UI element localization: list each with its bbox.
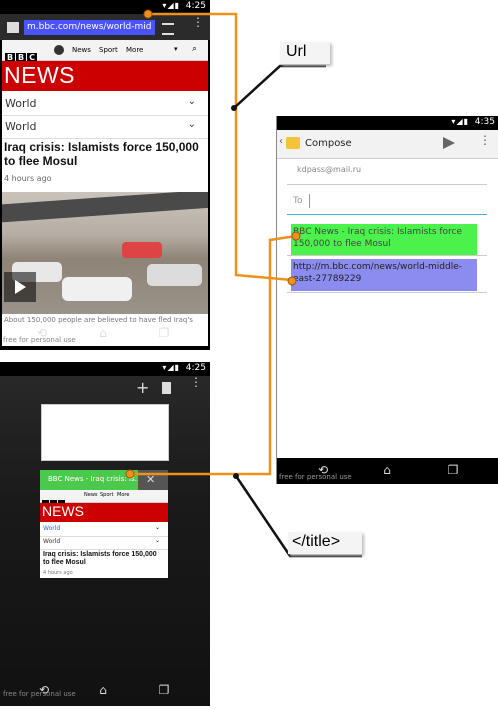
back-chevron-icon[interactable]: ‹ [279, 136, 283, 147]
from-value: kdpass@mail.ru [297, 165, 362, 174]
menu-icon[interactable]: ⋮ [192, 16, 204, 28]
play-icon [15, 280, 26, 294]
menu-icon[interactable]: ⋮ [479, 134, 491, 146]
signal-icon: ▾◢▮ [162, 1, 180, 10]
status-bar: ▾◢▮ 4:25 [0, 0, 210, 14]
tab-title: BBC News - Iraq crisis: Is... [48, 475, 142, 483]
browser-toolbar: m.bbc.com/news/world-mid ⋮ [0, 14, 210, 40]
watermark: free for personal use [3, 690, 76, 698]
chevron-down-icon: ⌄ [154, 537, 160, 544]
chevron-down-icon: ⌄ [187, 96, 196, 107]
url-bar[interactable]: m.bbc.com/news/world-mid [24, 20, 155, 35]
send-icon[interactable] [443, 137, 455, 149]
phone-browser: ▾◢▮ 4:25 m.bbc.com/news/world-mid ⋮ BBC … [0, 0, 210, 350]
back-icon[interactable]: ⟲ [32, 327, 52, 339]
body-divider [287, 292, 487, 293]
nav-more[interactable]: More [126, 46, 143, 54]
compose-title: Compose [305, 138, 352, 149]
recents-icon[interactable]: ❐ [154, 327, 174, 339]
nav-sport: Sport [100, 492, 114, 498]
body-value: http://m.bbc.com/news/world-middle-east-… [293, 262, 463, 284]
nav-news: News [84, 492, 98, 498]
nav-sport[interactable]: Sport [99, 46, 118, 54]
signal-icon: ▾◢▮ [451, 117, 469, 126]
mini-headline: Iraq crisis: Islamists force 150,000 to … [43, 551, 157, 566]
home-icon[interactable]: ⌂ [377, 464, 397, 476]
bookmark-icon[interactable] [162, 382, 171, 394]
canopy [2, 192, 208, 224]
to-field[interactable]: To [287, 192, 487, 215]
home-icon[interactable]: ⌂ [93, 327, 113, 339]
chevron-down-icon[interactable]: ▾ [174, 45, 178, 53]
mini-news-banner: NEWS [40, 503, 168, 522]
headline[interactable]: Iraq crisis: Islamists force 150,000 to … [4, 140, 206, 168]
from-field[interactable]: kdpass@mail.ru [287, 162, 487, 185]
car [122, 242, 162, 258]
section-world-2-label: World [5, 120, 37, 133]
watermark: free for personal use [279, 473, 352, 481]
car [62, 277, 132, 301]
active-tab-card[interactable]: BBC News - Iraq crisis: Is... ✕ News Spo… [40, 470, 168, 578]
mini-section-world-2: World ⌄ [40, 537, 168, 550]
recents-icon[interactable]: ❐ [443, 464, 463, 476]
new-tab-icon[interactable]: + [136, 378, 149, 397]
news-banner: NEWS [2, 61, 208, 91]
url-label-pointer-dot [231, 105, 237, 111]
news-banner-text: NEWS [4, 62, 75, 88]
phone-compose: ▾◢▮ 4:35 ‹ Compose ⋮ kdpass@mail.ru To B… [276, 116, 498, 484]
phone-tabs: ▾◢▮ 4:25 + ⋮ BBC News - Iraq crisis: Is.… [0, 362, 210, 706]
system-nav: ⟲ ⌂ ❐ [0, 322, 210, 348]
web-page: BBC News Sport More ▾ ⌕ NEWS World ⌄ Wor… [2, 40, 208, 346]
chevron-down-icon: ⌄ [187, 119, 196, 130]
news-photo[interactable] [2, 192, 208, 314]
status-bar: ▾◢▮ 4:25 [0, 362, 210, 376]
section-world-1[interactable]: World ⌄ [2, 93, 208, 116]
status-bar: ▾◢▮ 4:35 [277, 116, 498, 130]
mini-news-banner-text: NEWS [42, 503, 84, 519]
blank-tab-card[interactable] [41, 404, 169, 461]
home-icon[interactable]: ⌂ [93, 684, 113, 696]
title-label-text: </title> [292, 533, 341, 550]
nav-more: More [117, 492, 130, 498]
text-cursor [309, 194, 310, 208]
close-icon[interactable]: ✕ [146, 473, 155, 486]
title-label: </title> [288, 532, 362, 554]
nav-news[interactable]: News [72, 46, 91, 54]
status-time: 4:25 [185, 1, 206, 11]
status-time: 4:25 [185, 363, 206, 373]
chevron-down-icon: ⌄ [154, 524, 160, 531]
compose-actionbar: ‹ Compose ⋮ [277, 130, 498, 159]
mini-section-world-1: World ⌄ [40, 524, 168, 537]
car [147, 264, 202, 286]
time-ago: 4 hours ago [4, 174, 52, 183]
subject-field[interactable]: BBC News - Iraq crisis: Islamists force … [291, 224, 477, 256]
subject-divider [287, 255, 487, 256]
bbc-header: BBC News Sport More ▾ ⌕ [2, 40, 208, 63]
account-icon[interactable] [54, 45, 64, 55]
url-text: m.bbc.com/news/world-mid [27, 22, 152, 32]
signal-icon: ▾◢▮ [162, 363, 180, 372]
gmail-icon[interactable] [286, 137, 300, 149]
mini-world-2: World [43, 538, 61, 545]
tabs-switcher-icon[interactable] [162, 23, 174, 35]
recents-icon[interactable]: ❐ [154, 684, 174, 696]
play-button[interactable] [4, 272, 36, 302]
body-field[interactable]: http://m.bbc.com/news/world-middle-east-… [291, 259, 477, 291]
subject-value: BBC News - Iraq crisis: Islamists force … [293, 227, 463, 249]
tab-icon[interactable] [7, 22, 19, 33]
to-label: To [293, 196, 303, 206]
search-icon[interactable]: ⌕ [192, 44, 197, 54]
menu-icon[interactable]: ⋮ [190, 376, 202, 388]
section-world-2[interactable]: World ⌄ [2, 116, 208, 139]
url-label-text: Url [286, 43, 307, 60]
url-label: Url [280, 42, 330, 64]
title-label-pointer-dot [233, 473, 239, 479]
mini-bbc-header: News Sport More [40, 490, 168, 507]
status-time: 4:35 [474, 117, 495, 127]
section-world-1-label: World [5, 97, 37, 110]
mini-world-1: World [43, 525, 61, 532]
mini-time-ago: 4 hours ago [43, 570, 73, 576]
url-label-pointer [233, 64, 326, 109]
